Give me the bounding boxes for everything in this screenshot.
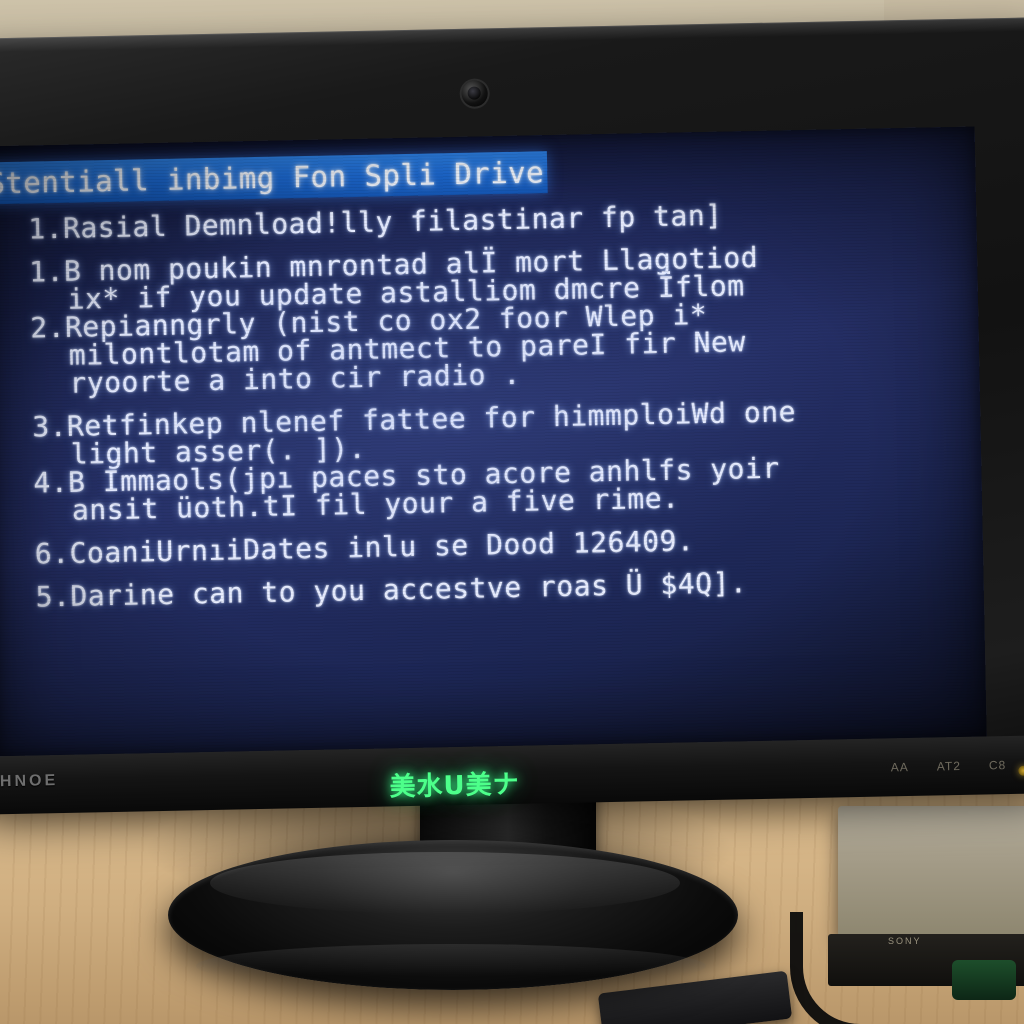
monitor-base-highlight <box>210 852 680 914</box>
terminal-line-list: 1.Rasial Demnload!lly filastinar fp tan]… <box>28 197 966 614</box>
titlebar-text: Stentiall inbimg Fon Spli Drive <box>0 155 545 201</box>
monitor-button-1[interactable]: AA <box>891 760 909 774</box>
monitor-base-rim <box>196 944 706 988</box>
monitor-button-row[interactable]: AA AT2 C8 <box>891 758 1007 774</box>
photo-scene: 12.21 SONY Stentiall inbimg Fon Spli Dri… <box>0 0 1024 1024</box>
monitor: Stentiall inbimg Fon Spli Drive 1.Rasial… <box>0 17 1024 815</box>
monitor-osd-text: 美水U美ナ <box>389 769 520 803</box>
terminal-surface: Stentiall inbimg Fon Spli Drive 1.Rasial… <box>0 127 987 757</box>
monitor-brand-logo: AHNOE <box>0 772 59 791</box>
monitor-button-2[interactable]: AT2 <box>937 759 961 773</box>
webcam-lens-dot <box>467 86 481 100</box>
power-cable <box>790 912 923 1024</box>
monitor-screen[interactable]: Stentiall inbimg Fon Spli Drive 1.Rasial… <box>0 126 987 757</box>
monitor-button-3[interactable]: C8 <box>989 758 1007 772</box>
green-plug <box>952 960 1016 1000</box>
titlebar[interactable]: Stentiall inbimg Fon Spli Drive <box>0 151 548 205</box>
power-led-icon[interactable] <box>1018 765 1024 776</box>
